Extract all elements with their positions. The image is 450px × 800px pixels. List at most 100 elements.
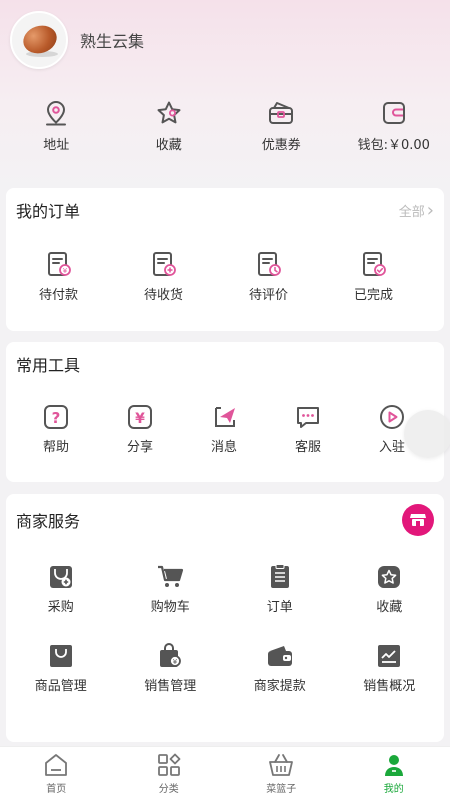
tool-share-label: 分享 <box>126 440 153 455</box>
order-pending-receipt[interactable]: 待收货 <box>111 250 216 303</box>
product-manage-icon <box>49 645 72 667</box>
profile-icon <box>384 754 403 776</box>
merchant-row-2: 商品管理 ¥ 销售管理 商家提款 销售概况 <box>6 615 444 694</box>
basket-icon <box>269 753 294 776</box>
tool-share[interactable]: ¥ 分享 <box>98 404 182 455</box>
svg-text:¥: ¥ <box>173 658 178 666</box>
order-pending-payment[interactable]: ¥ 待付款 <box>6 250 111 303</box>
svg-text:¥: ¥ <box>135 411 145 427</box>
merchant-card: 商家服务 采购 购物车 订单 收藏 商品管理 ¥ 销售管理 商家提款 销售概况 <box>6 494 444 742</box>
shop-badge-button[interactable] <box>402 504 434 536</box>
floating-assistive-button[interactable] <box>404 410 450 458</box>
pending-review-icon <box>257 252 281 276</box>
merchant-orders[interactable]: 订单 <box>225 564 335 615</box>
merchant-withdraw-label: 商家提款 <box>253 679 306 694</box>
tool-customer-service-label: 客服 <box>294 440 321 455</box>
customer-service-icon <box>297 407 319 428</box>
orders-title: 我的订单 <box>16 202 81 221</box>
quick-coupons[interactable]: 优惠券 <box>225 100 338 160</box>
quick-address[interactable]: 地址 <box>0 100 113 160</box>
cart-icon <box>158 565 184 587</box>
quick-actions: 地址 收藏 优惠券 钱包:￥0.00 <box>0 100 450 160</box>
tool-help-label: 帮助 <box>42 440 69 455</box>
chevron-right-icon: › <box>426 199 434 221</box>
tab-category-label: 分类 <box>158 783 179 795</box>
svg-text:?: ? <box>52 409 61 427</box>
tool-messages-label: 消息 <box>210 440 237 455</box>
tab-profile[interactable]: 我的 <box>338 747 450 800</box>
wallet-icon <box>382 102 405 124</box>
tool-help[interactable]: ? 帮助 <box>14 404 98 455</box>
message-icon <box>215 407 235 427</box>
tab-category[interactable]: 分类 <box>113 747 226 800</box>
quick-coupons-label: 优惠券 <box>261 138 301 153</box>
user-nickname: 熟生云集 <box>80 32 145 51</box>
svg-text:¥: ¥ <box>62 267 67 275</box>
merchant-favorites-label: 收藏 <box>376 600 403 615</box>
order-completed-label: 已完成 <box>353 288 393 303</box>
order-status-row: ¥ 待付款 待收货 待评价 已完成 <box>6 232 444 303</box>
merchant-title: 商家服务 <box>16 512 81 531</box>
merchant-sales-overview[interactable]: 销售概况 <box>335 643 445 694</box>
quick-address-label: 地址 <box>43 138 70 153</box>
quick-wallet-label: 钱包:￥0.00 <box>357 138 430 153</box>
tools-title: 常用工具 <box>16 356 81 375</box>
merchant-cart-label: 购物车 <box>150 600 190 615</box>
order-pending-review[interactable]: 待评价 <box>216 250 321 303</box>
sales-manage-icon: ¥ <box>160 643 182 667</box>
withdraw-icon <box>267 646 292 666</box>
share-icon: ¥ <box>128 405 152 429</box>
orders-card: 我的订单 全部 › ¥ 待付款 待收货 待评价 已完成 <box>6 188 444 331</box>
quick-wallet[interactable]: 钱包:￥0.00 <box>338 100 450 160</box>
order-completed[interactable]: 已完成 <box>321 250 426 303</box>
tools-row: ? 帮助 ¥ 分享 消息 客服 入驻 <box>6 386 444 455</box>
merchant-sales-manage[interactable]: ¥ 销售管理 <box>116 643 226 694</box>
tool-join-label: 入驻 <box>378 440 405 455</box>
order-pending-receipt-label: 待收货 <box>143 288 183 303</box>
tab-basket-label: 菜篮子 <box>266 783 297 795</box>
tool-messages[interactable]: 消息 <box>182 404 266 455</box>
coupon-icon <box>269 102 294 124</box>
order-pending-review-label: 待评价 <box>248 288 288 303</box>
tools-header: 常用工具 <box>6 342 444 386</box>
merchant-product-manage-label: 商品管理 <box>34 679 87 694</box>
merchant-favorites[interactable]: 收藏 <box>335 564 445 615</box>
orders-view-all[interactable]: 全部 › <box>399 200 434 221</box>
favorite-icon <box>378 566 401 588</box>
star-icon <box>157 101 181 124</box>
tab-home-label: 首页 <box>46 783 67 795</box>
tool-customer-service[interactable]: 客服 <box>266 404 350 455</box>
tab-basket[interactable]: 菜篮子 <box>225 747 338 800</box>
merchant-purchase-label: 采购 <box>47 600 74 615</box>
merchant-row-1: 采购 购物车 订单 收藏 <box>6 546 444 615</box>
quick-favorites[interactable]: 收藏 <box>113 100 226 160</box>
tab-profile-label: 我的 <box>383 783 404 795</box>
merchant-orders-label: 订单 <box>266 600 293 615</box>
order-list-icon <box>270 564 289 588</box>
merchant-purchase[interactable]: 采购 <box>6 564 116 615</box>
join-icon <box>380 405 404 429</box>
quick-favorites-label: 收藏 <box>155 138 182 153</box>
merchant-header: 商家服务 <box>6 494 444 546</box>
merchant-product-manage[interactable]: 商品管理 <box>6 643 116 694</box>
orders-view-all-label: 全部 <box>398 204 425 220</box>
tools-card: 常用工具 ? 帮助 ¥ 分享 消息 客服 入驻 <box>6 342 444 482</box>
sales-overview-icon <box>378 645 401 667</box>
merchant-cart[interactable]: 购物车 <box>116 564 226 615</box>
tab-home[interactable]: 首页 <box>0 747 113 800</box>
completed-icon <box>362 252 386 276</box>
order-pending-payment-label: 待付款 <box>38 288 78 303</box>
bottom-tab-bar: 首页 分类 菜篮子 我的 <box>0 746 450 800</box>
pending-payment-icon: ¥ <box>47 252 71 276</box>
orders-header: 我的订单 全部 › <box>6 188 444 232</box>
profile-header[interactable]: 熟生云集 <box>10 10 144 70</box>
home-icon <box>45 753 68 776</box>
merchant-withdraw[interactable]: 商家提款 <box>225 643 335 694</box>
pending-receipt-icon <box>152 252 176 276</box>
purchase-icon <box>49 566 72 588</box>
avatar[interactable] <box>10 11 68 69</box>
location-icon <box>46 100 67 126</box>
storefront-icon <box>410 514 426 526</box>
merchant-sales-manage-label: 销售管理 <box>144 679 197 694</box>
help-icon: ? <box>44 405 68 429</box>
